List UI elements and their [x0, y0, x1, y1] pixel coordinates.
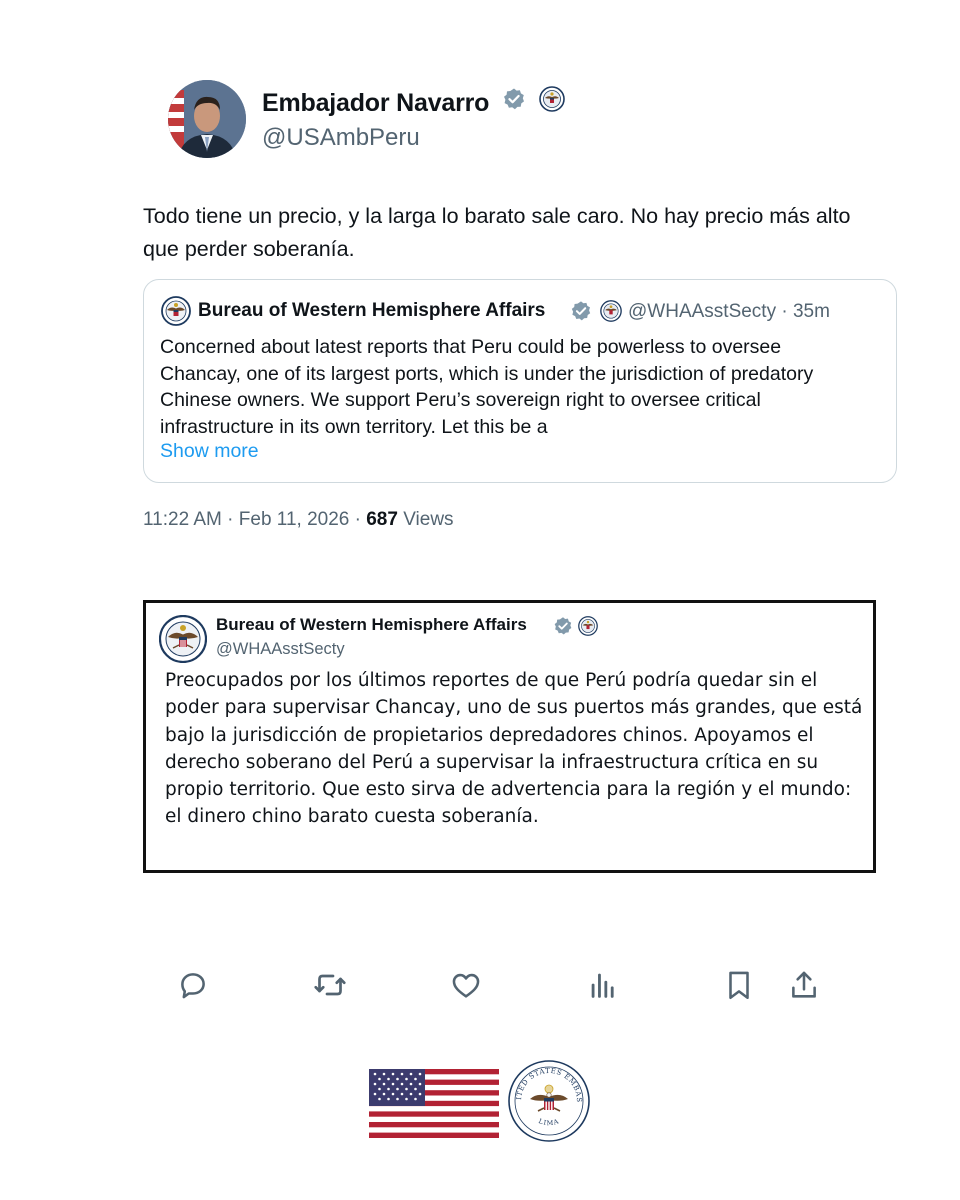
author-avatar[interactable] — [168, 80, 246, 158]
state-department-seal-icon — [578, 616, 598, 641]
quoted-handle-age[interactable]: @WHAAsstSecty · 35m — [628, 301, 830, 323]
us-flag-icon — [369, 1069, 499, 1138]
meta-separator: · — [354, 509, 361, 530]
quoted-separator: · — [781, 301, 788, 322]
like-icon[interactable] — [446, 965, 486, 1005]
repost-icon[interactable] — [310, 965, 350, 1005]
show-more-link[interactable]: Show more — [160, 440, 259, 463]
quoted-handle[interactable]: @WHAAsstSecty — [628, 301, 776, 322]
verified-badge-icon — [502, 87, 526, 118]
reply-icon[interactable] — [173, 965, 213, 1005]
meta-separator: · — [227, 509, 234, 530]
state-department-seal-icon — [600, 300, 622, 327]
quoted-text: Concerned about latest reports that Peru… — [160, 336, 814, 438]
quoted-avatar-seal-icon[interactable] — [161, 296, 191, 326]
views-label: Views — [403, 509, 454, 530]
state-department-seal-icon — [538, 86, 565, 119]
tweet-time[interactable]: 11:22 AM — [143, 509, 222, 530]
translation-text: Preocupados por los últimos reportes de … — [165, 670, 863, 828]
embassy-seal-icon: UNITED STATES EMBASSY LIMA — [504, 1054, 590, 1142]
quoted-display-name[interactable]: Bureau of Western Hemisphere Affairs — [198, 300, 545, 322]
tweet-date[interactable]: Feb 11, 2026 — [239, 509, 350, 530]
tweet-text: Todo tiene un precio, y la larga lo bara… — [143, 204, 851, 261]
share-icon[interactable] — [784, 965, 824, 1005]
verified-badge-icon — [553, 616, 573, 641]
author-display-name[interactable]: Embajador Navarro — [262, 86, 565, 121]
author-name-text[interactable]: Embajador Navarro — [262, 89, 489, 117]
translation-handle: @WHAAsstSecty — [216, 640, 345, 658]
tweet-meta-row: 11:22 AM · Feb 11, 2026 · 687 Views — [143, 509, 454, 531]
views-icon[interactable] — [583, 965, 623, 1005]
author-handle[interactable]: @USAmbPeru — [262, 124, 420, 152]
quoted-age[interactable]: 35m — [793, 301, 830, 322]
translation-avatar-seal-icon — [158, 614, 208, 664]
views-count: 687 — [366, 509, 398, 530]
translation-display-name: Bureau of Western Hemisphere Affairs — [216, 615, 527, 634]
verified-badge-icon — [570, 300, 592, 327]
bookmark-icon[interactable] — [719, 965, 759, 1005]
